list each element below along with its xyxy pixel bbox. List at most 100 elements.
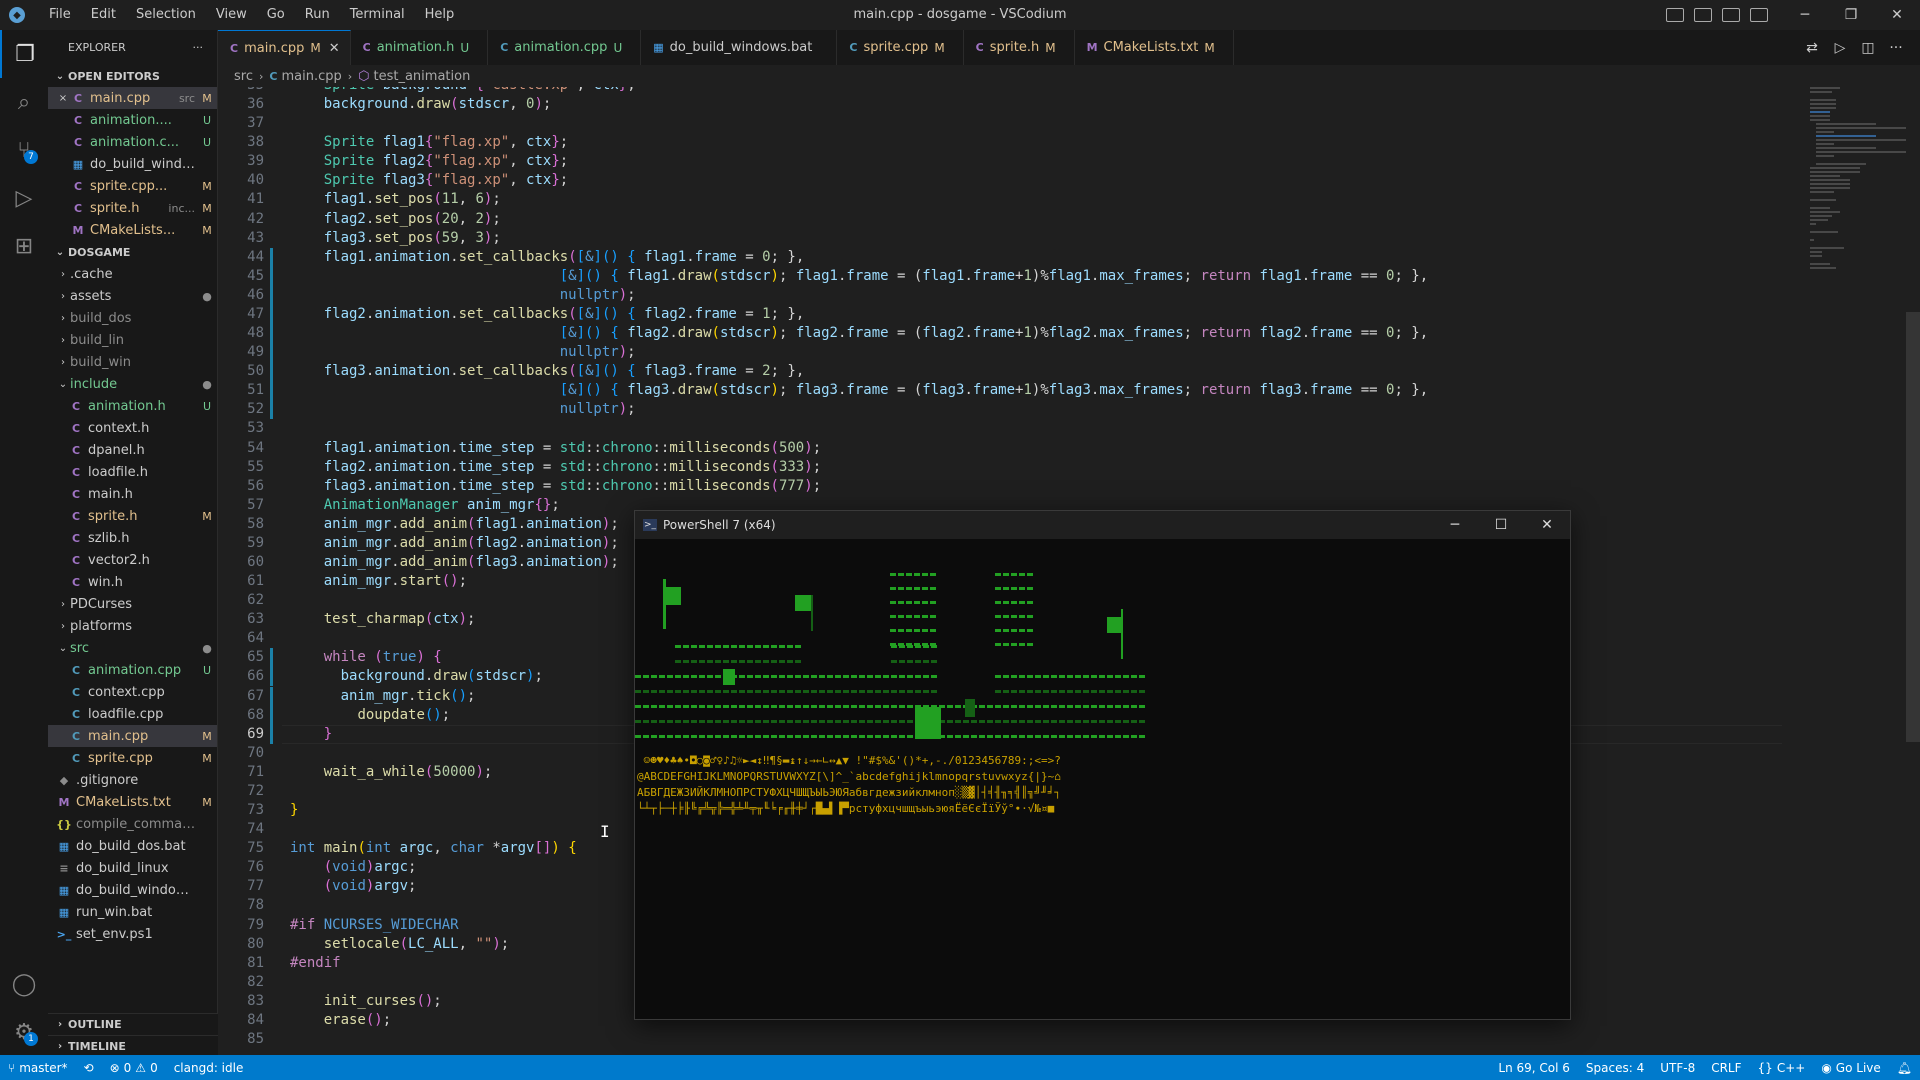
notifications-bell-icon[interactable]: 🔔︎ <box>1889 1061 1920 1075</box>
folder-item[interactable]: › build_lin <box>48 329 217 351</box>
cursor-position[interactable]: Ln 69, Col 6 <box>1490 1061 1578 1075</box>
open-editor-item[interactable]: × Cmain.cpp src M <box>48 87 217 109</box>
git-branch[interactable]: ⑂ master* <box>0 1061 76 1075</box>
file-item[interactable]: Cmain.h <box>48 483 217 505</box>
file-item[interactable]: ▦ run_win.bat <box>48 901 217 923</box>
open-editor-item[interactable]: ▦ do_build_windo... <box>48 153 217 175</box>
settings-gear-icon[interactable]: ⚙ 1 <box>0 1008 48 1056</box>
accounts-icon[interactable]: ◯ <box>0 960 48 1008</box>
file-item[interactable]: Csprite.cpp M <box>48 747 217 769</box>
ps-minimize-button[interactable]: ─ <box>1432 511 1478 539</box>
tab-cmakelists-txt[interactable]: M CMakeLists.txt M <box>1074 30 1234 65</box>
file-item[interactable]: Ccontext.h <box>48 417 217 439</box>
breadcrumb-file[interactable]: main.cpp <box>281 69 341 84</box>
menu-edit[interactable]: Edit <box>81 0 126 30</box>
open-editor-item[interactable]: Canimation.... U <box>48 109 217 131</box>
file-item[interactable]: Ccontext.cpp <box>48 681 217 703</box>
tab-sprite-cpp[interactable]: Csprite.cpp M <box>837 30 964 65</box>
menu-go[interactable]: Go <box>257 0 295 30</box>
extensions-icon[interactable]: ⊞ <box>0 222 48 270</box>
file-item[interactable]: Cwin.h <box>48 571 217 593</box>
folder-item[interactable]: › platforms <box>48 615 217 637</box>
breadcrumb-folder[interactable]: src <box>234 69 253 84</box>
line-ending[interactable]: CRLF <box>1703 1061 1749 1075</box>
file-item[interactable]: ≡ do_build_linux <box>48 857 217 879</box>
folder-item[interactable]: › assets ● <box>48 285 217 307</box>
open-editor-item[interactable]: Canimation.c... U <box>48 131 217 153</box>
minimap[interactable] <box>1806 87 1906 287</box>
file-item[interactable]: ▦ do_build_windows.bat <box>48 879 217 901</box>
open-editor-item[interactable]: Csprite.cpp... M <box>48 175 217 197</box>
explorer-icon[interactable]: ❐ <box>0 30 48 78</box>
tab-animation-cpp[interactable]: Canimation.cpp U <box>488 30 642 65</box>
folder-item[interactable]: › PDCurses <box>48 593 217 615</box>
menu-view[interactable]: View <box>206 0 257 30</box>
more-actions-icon[interactable]: ··· <box>1882 40 1910 56</box>
file-item[interactable]: >_ set_env.ps1 <box>48 923 217 945</box>
folder-item[interactable]: › build_dos <box>48 307 217 329</box>
sync-button[interactable]: ⟲ <box>76 1061 102 1075</box>
folder-item[interactable]: › build_win <box>48 351 217 373</box>
open-editors-section[interactable]: ⌄ OPEN EDITORS <box>48 65 217 87</box>
file-item[interactable]: ◆ .gitignore <box>48 769 217 791</box>
compare-changes-icon[interactable]: ⇄ <box>1798 40 1826 56</box>
file-item[interactable]: M CMakeLists.txt M <box>48 791 217 813</box>
file-item[interactable]: Canimation.cpp U <box>48 659 217 681</box>
file-item[interactable]: Cdpanel.h <box>48 439 217 461</box>
more-actions-icon[interactable]: ··· <box>193 41 204 54</box>
restore-button[interactable]: ❐ <box>1828 0 1874 30</box>
menu-run[interactable]: Run <box>295 0 340 30</box>
file-item[interactable]: Cloadfile.h <box>48 461 217 483</box>
folder-item[interactable]: › .cache <box>48 263 217 285</box>
tab-animation-h[interactable]: Canimation.h U <box>350 30 489 65</box>
file-item[interactable]: Cmain.cpp M <box>48 725 217 747</box>
file-item[interactable]: Cvector2.h <box>48 549 217 571</box>
menu-file[interactable]: File <box>39 0 81 30</box>
menu-selection[interactable]: Selection <box>126 0 206 30</box>
folder-item[interactable]: ⌄ include ● <box>48 373 217 395</box>
source-control-icon[interactable]: ⑂ 7 <box>0 126 48 174</box>
close-window-button[interactable]: ✕ <box>1874 0 1920 30</box>
open-editor-item[interactable]: M CMakeLists... M <box>48 219 217 241</box>
search-icon[interactable]: ⌕ <box>0 78 48 126</box>
tab-sprite-h[interactable]: Csprite.h M <box>963 30 1075 65</box>
project-section[interactable]: ⌄ DOSGAME <box>48 241 217 263</box>
file-item[interactable]: Cloadfile.cpp <box>48 703 217 725</box>
powershell-console[interactable]: ☺☻♥♦♣♠•◘○◙♂♀♪♫☼►◄↕‼¶§▬↨↑↓→←∟↔▲▼ !"#$%&'(… <box>635 539 1570 1019</box>
close-icon[interactable]: × <box>56 93 70 104</box>
open-editor-item[interactable]: Csprite.h inc... M <box>48 197 217 219</box>
close-icon[interactable]: ✕ <box>329 41 340 56</box>
tab-main-cpp[interactable]: Cmain.cpp M ✕ <box>218 30 351 65</box>
ps-maximize-button[interactable]: ☐ <box>1478 511 1524 539</box>
encoding[interactable]: UTF-8 <box>1652 1061 1703 1075</box>
split-editor-icon[interactable]: ◫ <box>1854 40 1882 56</box>
scrollbar-thumb[interactable] <box>1906 312 1920 742</box>
toggle-panel-icon[interactable] <box>1694 8 1712 22</box>
toggle-primary-sidebar-icon[interactable] <box>1666 8 1684 22</box>
outline-section[interactable]: › OUTLINE <box>48 1013 218 1035</box>
run-debug-icon[interactable]: ▷ <box>0 174 48 222</box>
minimize-button[interactable]: ─ <box>1782 0 1828 30</box>
go-live-button[interactable]: ◉ Go Live <box>1813 1061 1888 1075</box>
editor-scrollbar[interactable] <box>1906 87 1920 1055</box>
menu-terminal[interactable]: Terminal <box>340 0 415 30</box>
problems-indicator[interactable]: ⊗ 0 ⚠ 0 <box>102 1061 166 1075</box>
powershell-window[interactable]: >_ PowerShell 7 (x64) ─ ☐ ✕ ☺☻♥♦♣♠•◘○◙♂♀… <box>634 510 1571 1020</box>
indentation[interactable]: Spaces: 4 <box>1578 1061 1652 1075</box>
file-item[interactable]: {} compile_commands.js... <box>48 813 217 835</box>
file-item[interactable]: Canimation.h U <box>48 395 217 417</box>
breadcrumb-symbol[interactable]: test_animation <box>374 69 471 84</box>
folder-item[interactable]: ⌄ src ● <box>48 637 217 659</box>
toggle-secondary-sidebar-icon[interactable] <box>1722 8 1740 22</box>
tab-do-build-windows-bat[interactable]: ▦ do_build_windows.bat <box>641 30 838 65</box>
clangd-status[interactable]: clangd: idle <box>166 1061 252 1075</box>
powershell-title-bar[interactable]: >_ PowerShell 7 (x64) ─ ☐ ✕ <box>635 511 1570 539</box>
file-item[interactable]: Cszlib.h <box>48 527 217 549</box>
timeline-section[interactable]: › TIMELINE <box>48 1035 218 1057</box>
language-mode[interactable]: {} C++ <box>1750 1061 1814 1075</box>
ps-close-button[interactable]: ✕ <box>1524 511 1570 539</box>
menu-help[interactable]: Help <box>415 0 465 30</box>
file-item[interactable]: ▦ do_build_dos.bat <box>48 835 217 857</box>
customize-layout-icon[interactable] <box>1750 8 1768 22</box>
run-file-icon[interactable]: ▷ <box>1826 40 1854 56</box>
